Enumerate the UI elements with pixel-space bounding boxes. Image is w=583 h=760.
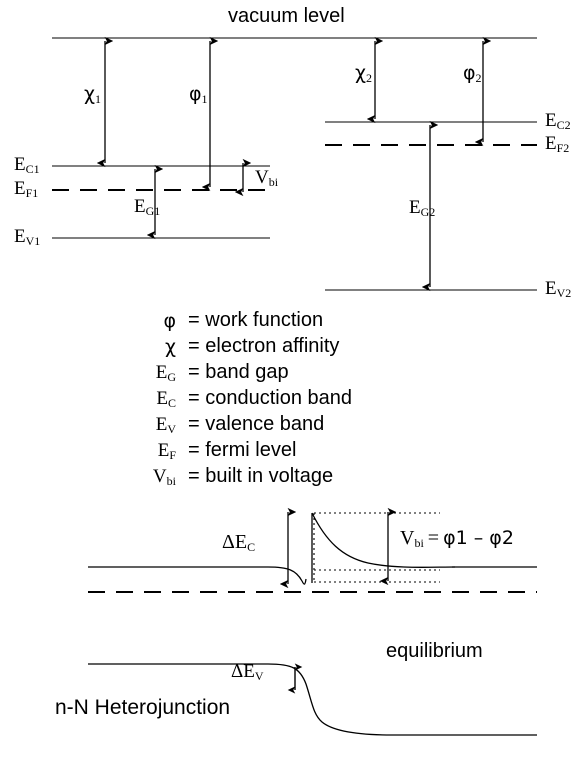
label-chi1: χ1 <box>84 83 101 106</box>
legend-text-3: = conduction band <box>188 387 353 409</box>
label-phi1: φ1 <box>189 83 208 106</box>
legend-text-4: = valence band <box>188 413 325 435</box>
band-diagram-figure: vacuum level EC1 EF1 EV1 χ1 φ1 EG1 EC2 E… <box>0 0 583 760</box>
legend-text-0: = work function <box>188 309 324 331</box>
conduction-band-notch <box>301 578 307 585</box>
legend-symbol-0: φ <box>163 310 176 332</box>
legend-text-5: = fermi level <box>188 439 297 461</box>
diagram-canvas <box>52 36 537 736</box>
legend-symbol-3: EC <box>156 388 176 410</box>
legend-text-6: = built in voltage <box>188 465 334 487</box>
label-phi2: φ2 <box>463 62 482 85</box>
legend-symbol-6: Vbi <box>152 466 176 488</box>
legend-symbol-2: EG <box>155 362 176 384</box>
label-ev1: EV1 <box>14 226 41 248</box>
equilibrium-label: equilibrium <box>386 640 483 662</box>
label-vbi-formula: Vbi = φ1 – φ2 <box>400 527 514 550</box>
legend-symbol-5: EF <box>157 440 176 462</box>
legend-text-1: = electron affinity <box>188 335 340 357</box>
legend-text-2: = band gap <box>188 361 289 383</box>
label-ec1: EC1 <box>14 154 40 176</box>
equilibrium-conduction-band-group <box>88 507 537 593</box>
label-ef2: EF2 <box>545 133 570 155</box>
legend-symbol-1: χ <box>165 336 176 358</box>
label-eg1: EG1 <box>134 196 161 218</box>
label-chi2: χ2 <box>355 62 372 85</box>
label-ec2: EC2 <box>545 110 571 132</box>
legend-symbol-4: EV <box>155 414 176 436</box>
label-vbi: Vbi <box>255 167 279 189</box>
label-delta-ec: ΔEC <box>222 531 256 554</box>
vacuum-level-label: vacuum level <box>228 5 345 27</box>
label-ev2: EV2 <box>545 278 572 300</box>
figure-caption: n-N Heterojunction <box>55 696 231 719</box>
label-eg2: EG2 <box>409 197 436 219</box>
label-delta-ev: ΔEV <box>231 661 264 683</box>
conduction-band-left <box>88 566 303 582</box>
label-ef1: EF1 <box>14 178 39 200</box>
